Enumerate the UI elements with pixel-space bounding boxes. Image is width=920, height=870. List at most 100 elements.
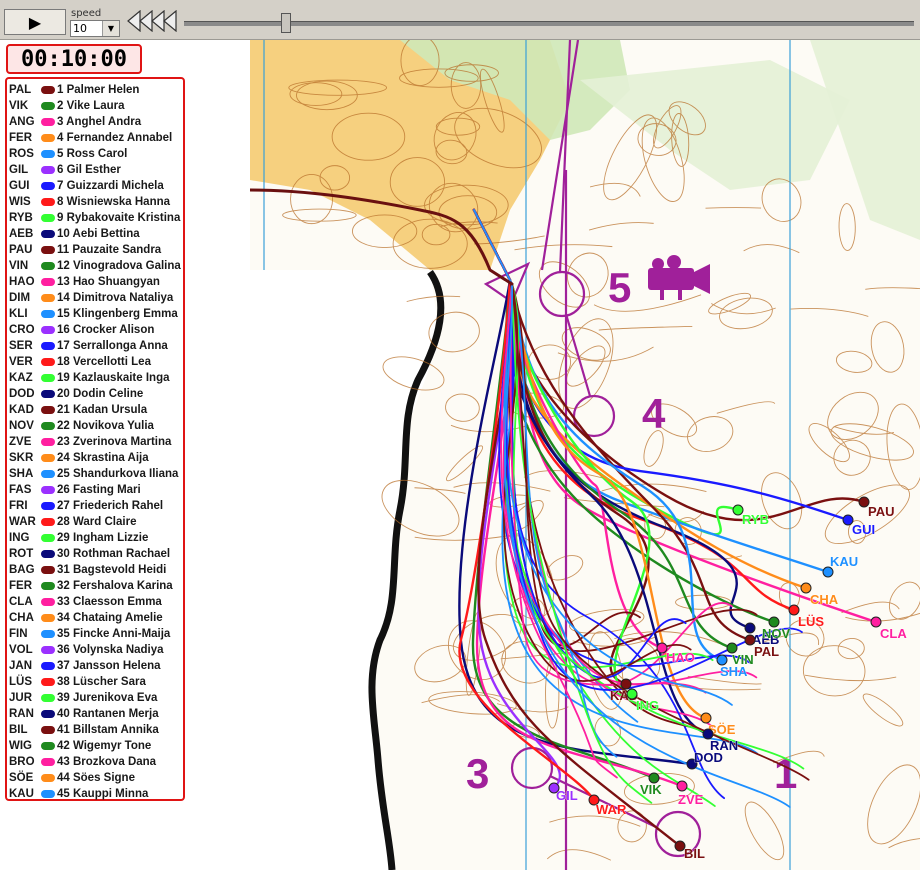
runner-name: 30 Rothman Rachael <box>57 548 171 560</box>
runner-name: 2 Vike Laura <box>57 100 125 112</box>
runner-row[interactable]: ROT 30 Rothman Rachael <box>7 546 183 562</box>
runner-row[interactable]: RAN 40 Rantanen Merja <box>7 706 183 722</box>
runner-name: 20 Dodin Celine <box>57 388 144 400</box>
runner-code: LÜS <box>9 676 32 688</box>
runner-code: BRO <box>9 756 35 768</box>
runner-code: HAO <box>9 276 35 288</box>
runner-row[interactable]: FIN 35 Fincke Anni-Maija <box>7 626 183 642</box>
runner-row[interactable]: VIK 2 Vike Laura <box>7 98 183 114</box>
runner-code: WIG <box>9 740 32 752</box>
runner-name: 35 Fincke Anni-Maija <box>57 628 171 640</box>
runner-code: FER <box>9 580 32 592</box>
runner-marker-dot[interactable] <box>676 780 688 792</box>
runner-row[interactable]: FER 32 Fershalova Karina <box>7 578 183 594</box>
runner-row[interactable]: VOL 36 Volynska Nadiya <box>7 642 183 658</box>
runner-row[interactable]: CHA 34 Chataing Amelie <box>7 610 183 626</box>
runner-row[interactable]: RYB 9 Rybakovaite Kristina <box>7 210 183 226</box>
runner-row[interactable]: LÜS 38 Lüscher Sara <box>7 674 183 690</box>
runner-row[interactable]: KAZ 19 Kazlauskaite Inga <box>7 370 183 386</box>
runner-color-swatch <box>41 774 55 782</box>
runner-row[interactable]: HAO 13 Hao Shuangyan <box>7 274 183 290</box>
timeline-slider-thumb[interactable] <box>281 13 292 33</box>
runner-code: WIS <box>9 196 31 208</box>
runner-row[interactable]: ING 29 Ingham Lizzie <box>7 530 183 546</box>
runner-row[interactable]: VER 18 Vercellotti Lea <box>7 354 183 370</box>
runner-row[interactable]: WIS 8 Wisniewska Hanna <box>7 194 183 210</box>
runner-row[interactable]: SER 17 Serrallonga Anna <box>7 338 183 354</box>
runner-row[interactable]: AEB 10 Aebi Bettina <box>7 226 183 242</box>
runner-color-swatch <box>41 310 55 318</box>
runner-color-swatch <box>41 742 55 750</box>
timeline-slider[interactable] <box>184 21 914 26</box>
runner-row[interactable]: SHA 25 Shandurkova Iliana <box>7 466 183 482</box>
runner-row[interactable]: KAU 45 Kauppi Minna <box>7 786 183 802</box>
runner-color-swatch <box>41 534 55 542</box>
runner-row[interactable]: DIM 14 Dimitrova Nataliya <box>7 290 183 306</box>
runner-color-swatch <box>41 790 55 798</box>
runner-row[interactable]: FAS 26 Fasting Mari <box>7 482 183 498</box>
runner-row[interactable]: SKR 24 Skrastina Aija <box>7 450 183 466</box>
runner-color-swatch <box>41 278 55 286</box>
runner-row[interactable]: FRI 27 Friederich Rahel <box>7 498 183 514</box>
control-number-3: 3 <box>466 750 489 797</box>
control-number-1: 1 <box>774 750 797 797</box>
runner-name: 15 Klingenberg Emma <box>57 308 178 320</box>
runner-color-swatch <box>41 198 55 206</box>
runner-row[interactable]: BAG 31 Bagstevold Heidi <box>7 562 183 578</box>
runner-row[interactable]: GUI 7 Guizzardi Michela <box>7 178 183 194</box>
chevron-down-icon[interactable]: ▼ <box>102 21 119 36</box>
runner-row[interactable]: WAR 28 Ward Claire <box>7 514 183 530</box>
runner-row[interactable]: CRO 16 Crocker Alison <box>7 322 183 338</box>
runner-row[interactable]: ZVE 23 Zverinova Martina <box>7 434 183 450</box>
runner-code: GIL <box>9 164 29 176</box>
runner-color-swatch <box>41 406 55 414</box>
speed-select[interactable]: 10 ▼ <box>70 20 120 37</box>
runner-row[interactable]: SÖE 44 Söes Signe <box>7 770 183 786</box>
runner-row[interactable]: VIN 12 Vinogradova Galina <box>7 258 183 274</box>
runner-code: ROT <box>9 548 34 560</box>
runner-code: FAS <box>9 484 32 496</box>
runner-code: FRI <box>9 500 28 512</box>
orienteering-map[interactable]: 5 4 3 1 PAU GUI RYB KAU CHA CLA LÜS AEB NOV PAL VI… <box>250 40 920 870</box>
runner-code: CRO <box>9 324 35 336</box>
runner-color-swatch <box>41 582 55 590</box>
runner-row[interactable]: BIL 41 Billstam Annika <box>7 722 183 738</box>
runner-row[interactable]: BRO 43 Brozkova Dana <box>7 754 183 770</box>
runner-color-swatch <box>41 726 55 734</box>
runner-list: PAL 1 Palmer Helen VIK 2 Vike Laura ANG 3 Ang… <box>5 77 185 801</box>
runner-name: 39 Jurenikova Eva <box>57 692 158 704</box>
runner-color-swatch <box>41 710 55 718</box>
runner-row[interactable]: KLI 15 Klingenberg Emma <box>7 306 183 322</box>
runner-row[interactable]: FER 4 Fernandez Annabel <box>7 130 183 146</box>
runner-color-swatch <box>41 758 55 766</box>
runner-code: VIN <box>9 260 29 272</box>
runner-code: BAG <box>9 564 35 576</box>
runner-code: DOD <box>9 388 35 400</box>
runner-name: 11 Pauzaite Sandra <box>57 244 162 256</box>
runner-row[interactable]: JAN 37 Jansson Helena <box>7 658 183 674</box>
runner-row[interactable]: KAD 21 Kadan Ursula <box>7 402 183 418</box>
runner-color-swatch <box>41 326 55 334</box>
runner-row[interactable]: ANG 3 Anghel Andra <box>7 114 183 130</box>
runner-code: KAU <box>9 788 34 800</box>
rewind-icon[interactable] <box>126 10 178 32</box>
runner-row[interactable]: PAU 11 Pauzaite Sandra <box>7 242 183 258</box>
runner-row[interactable]: NOV 22 Novikova Yulia <box>7 418 183 434</box>
runner-row[interactable]: DOD 20 Dodin Celine <box>7 386 183 402</box>
runner-row[interactable]: GIL 6 Gil Esther <box>7 162 183 178</box>
race-clock: 00:10:00 <box>6 44 142 74</box>
runner-marker-label: RYB <box>742 512 769 527</box>
runner-marker-label: ING <box>636 698 659 713</box>
runner-color-swatch <box>41 518 55 526</box>
runner-color-swatch <box>41 614 55 622</box>
runner-row[interactable]: PAL 1 Palmer Helen <box>7 82 183 98</box>
runner-row[interactable]: JUR 39 Jurenikova Eva <box>7 690 183 706</box>
runner-name: 29 Ingham Lizzie <box>57 532 149 544</box>
play-button[interactable]: ▶ <box>4 9 66 35</box>
runner-code: SÖE <box>9 772 34 784</box>
runner-row[interactable]: ROS 5 Ross Carol <box>7 146 183 162</box>
runner-name: 45 Kauppi Minna <box>57 788 149 800</box>
runner-row[interactable]: CLA 33 Claesson Emma <box>7 594 183 610</box>
runner-row[interactable]: WIG 42 Wigemyr Tone <box>7 738 183 754</box>
runner-name: 9 Rybakovaite Kristina <box>57 212 181 224</box>
